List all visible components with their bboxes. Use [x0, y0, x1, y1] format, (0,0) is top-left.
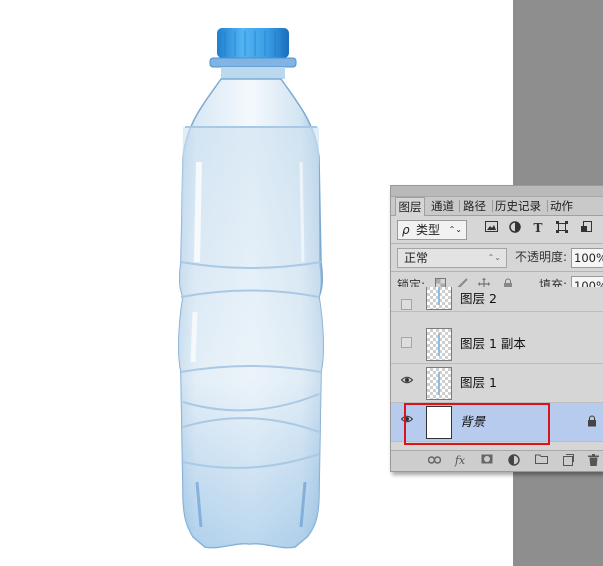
fx-icon[interactable]: fx: [453, 454, 467, 468]
opacity-input[interactable]: 100%: [571, 248, 603, 268]
link-icon[interactable]: [427, 454, 441, 468]
layer-thumbnail-content: [438, 372, 440, 395]
filter-row: ρ 类型 ⌃⌄ T: [391, 216, 603, 243]
tab-separator: [459, 200, 460, 212]
adjustment-layer-icon[interactable]: [507, 454, 521, 468]
highlight-box: [404, 403, 550, 445]
layer-thumbnail[interactable]: [426, 367, 452, 400]
lock-icon[interactable]: [586, 415, 598, 427]
layer-name[interactable]: 图层 1: [460, 364, 497, 402]
layer-row[interactable]: 图层 2: [391, 287, 603, 312]
type-filter-icon[interactable]: T: [531, 221, 545, 235]
chevron-updown-icon: ⌃⌄: [448, 225, 462, 234]
layer-name[interactable]: 图层 1 副本: [460, 325, 526, 363]
panel-bottom-bar: fx: [391, 450, 603, 471]
water-bottle-image: [178, 28, 324, 549]
new-layer-icon[interactable]: [561, 454, 575, 468]
smart-object-filter-icon[interactable]: [580, 221, 594, 235]
trash-icon[interactable]: [586, 454, 600, 468]
mask-icon[interactable]: [480, 454, 494, 468]
layer-row[interactable]: 图层 1 副本: [391, 325, 603, 364]
layer-thumbnail-content: [438, 333, 440, 356]
tab-channels[interactable]: 通道: [431, 197, 454, 215]
visibility-toggle[interactable]: [401, 337, 412, 348]
tab-separator: [492, 200, 493, 212]
chevron-updown-icon: ⌃⌄: [487, 253, 501, 262]
blend-row: 正常 ⌃⌄ 不透明度: 100%: [391, 244, 603, 271]
filter-type-value: 类型: [416, 223, 441, 237]
layer-name[interactable]: 图层 2: [460, 287, 497, 311]
adjustment-filter-icon[interactable]: [508, 221, 522, 235]
panel-tab-bar: 图层 通道 路径 历史记录 动作: [391, 197, 603, 216]
tab-layers[interactable]: 图层: [395, 197, 425, 216]
tab-history[interactable]: 历史记录: [495, 197, 541, 215]
folder-icon[interactable]: [534, 454, 548, 468]
layer-thumbnail[interactable]: [426, 287, 452, 310]
opacity-label: 不透明度:: [515, 250, 568, 264]
tab-actions[interactable]: 动作: [550, 197, 573, 215]
tab-paths[interactable]: 路径: [463, 197, 486, 215]
visibility-toggle[interactable]: [401, 299, 412, 310]
layer-row[interactable]: 图层 1: [391, 364, 603, 403]
layer-thumbnail-content: [438, 287, 440, 305]
search-icon: ρ: [402, 223, 410, 237]
shape-filter-icon[interactable]: [555, 221, 569, 235]
filter-type-select[interactable]: ρ 类型 ⌃⌄: [397, 220, 467, 240]
tab-separator: [547, 200, 548, 212]
layer-thumbnail[interactable]: [426, 328, 452, 361]
panel-title-strip[interactable]: [391, 186, 603, 197]
eye-icon[interactable]: [400, 376, 414, 387]
image-filter-icon[interactable]: [484, 221, 498, 235]
blend-mode-select[interactable]: 正常 ⌃⌄: [397, 248, 507, 268]
blend-mode-value: 正常: [404, 251, 429, 265]
